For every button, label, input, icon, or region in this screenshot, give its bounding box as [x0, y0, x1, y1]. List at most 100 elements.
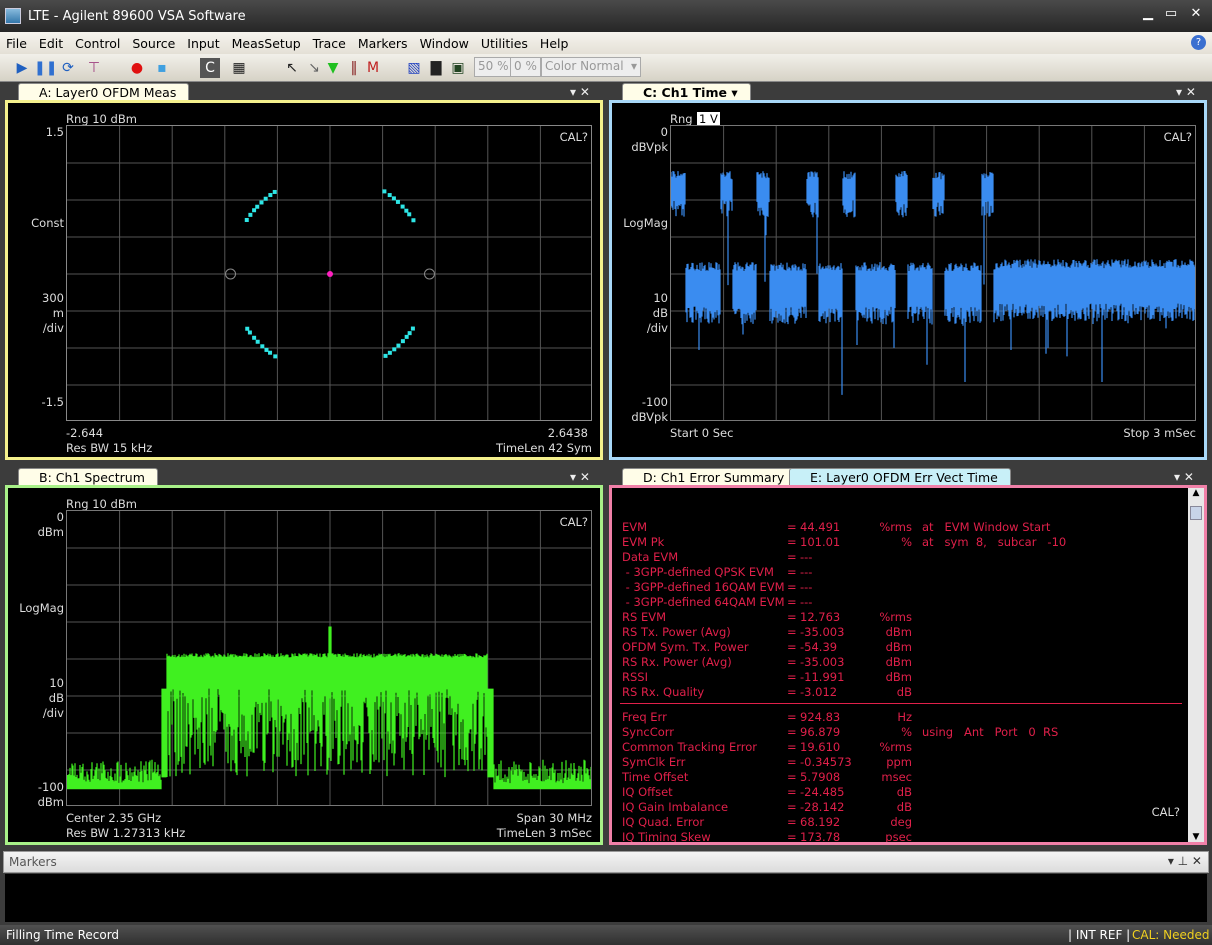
menu-source[interactable]: Source	[132, 36, 175, 51]
constellation-point	[272, 189, 277, 194]
tab-panel-b[interactable]: B: Ch1 Spectrum	[18, 468, 158, 485]
range-label: Rng 10 dBm	[66, 497, 137, 511]
constellation-point	[248, 212, 253, 217]
center-freq-label: Center 2.35 GHz	[66, 811, 162, 825]
error-summary-scrollbar[interactable]: ▲ ▼	[1188, 488, 1204, 842]
row-label: Time Offset	[622, 770, 689, 784]
menu-markers[interactable]: Markers	[358, 36, 408, 51]
plot-area[interactable]	[670, 125, 1196, 421]
markers-table	[5, 874, 1207, 922]
scroll-thumb[interactable]	[1190, 506, 1202, 520]
menu-control[interactable]: Control	[75, 36, 120, 51]
row-unit: %rms	[879, 610, 912, 624]
error-summary-row: IQ Timing Skew = 173.78 psec	[622, 830, 1182, 844]
y-scale-label: /div	[42, 321, 64, 335]
spectrogram-icon[interactable]: ▧	[404, 58, 424, 78]
zoom-pointer-icon[interactable]: ↘	[304, 58, 324, 78]
error-summary-row: SymClk Err = -0.34573 ppm	[622, 755, 1182, 770]
single-icon[interactable]: ⊤	[84, 58, 104, 78]
error-summary-row: SyncCorr = 96.879% using Ant Port 0 RS	[622, 725, 1182, 740]
plot-area[interactable]	[66, 510, 592, 806]
markers-pin-close-icon[interactable]: ▾ ⊥ ✕	[1168, 854, 1202, 868]
tab-panel-d[interactable]: D: Ch1 Error Summary	[622, 468, 798, 485]
row-equals: =	[787, 770, 797, 784]
band-marker-icon[interactable]: ‖	[344, 58, 364, 78]
range-label: Rng 10 dBm	[66, 112, 137, 126]
tab-panel-e[interactable]: E: Layer0 OFDM Err Vect Time	[789, 468, 1011, 485]
row-unit: %rms	[879, 740, 912, 754]
minimize-button[interactable]: ▁	[1138, 6, 1158, 21]
y-scale-label: dB	[48, 691, 64, 705]
row-equals: =	[787, 710, 797, 724]
pointer-icon[interactable]: ↖	[282, 58, 302, 78]
persistence-1-field[interactable]: 50 %	[474, 57, 513, 77]
color-select[interactable]: Color Normal ▾	[541, 57, 641, 77]
persistence-2-field[interactable]: 0 %	[510, 57, 541, 77]
row-label: Freq Err	[622, 710, 667, 724]
panel-d-menu-icon[interactable]: ▾ ✕	[1174, 470, 1194, 484]
error-summary-row: OFDM Sym. Tx. Power = -54.39 dBm	[622, 640, 1182, 655]
plot-area[interactable]	[66, 125, 592, 421]
error-summary-row: - 3GPP-defined QPSK EVM = ---	[622, 565, 1182, 580]
panel-c-menu-icon[interactable]: ▾ ✕	[1176, 85, 1196, 99]
status-ref: | INT REF |	[1068, 928, 1131, 942]
panel-a-menu-icon[interactable]: ▾ ✕	[570, 85, 590, 99]
constellation-point	[245, 326, 250, 331]
menu-help[interactable]: Help	[540, 36, 569, 51]
error-summary-row: IQ Gain Imbalance = -28.142 dB	[622, 800, 1182, 815]
y-top-label: 0	[56, 510, 64, 524]
row-value: -28.142	[800, 800, 845, 814]
y-scale-label: 300	[42, 291, 64, 305]
row-equals: =	[787, 685, 797, 699]
menu-edit[interactable]: Edit	[39, 36, 63, 51]
row-label: EVM	[622, 520, 648, 534]
center-point	[327, 271, 334, 277]
pause-icon[interactable]: ❚❚	[34, 58, 57, 78]
markers-header: Markers ▾ ⊥ ✕	[3, 851, 1209, 873]
row-equals: =	[787, 725, 797, 739]
menu-meassetup[interactable]: MeasSetup	[232, 36, 301, 51]
help-icon[interactable]: ?	[1191, 35, 1206, 50]
menu-trace[interactable]: Trace	[313, 36, 346, 51]
stop-label: Stop 3 mSec	[1123, 426, 1196, 440]
menu-bar: File Edit Control Source Input MeasSetup Trace…	[0, 32, 1212, 54]
row-label: IQ Timing Skew	[622, 830, 711, 844]
panel-error-summary: ▲ ▼ EVM = 44.491 %rms at EVM Window Start EVM…	[609, 485, 1207, 845]
y-top-label: 0	[660, 125, 668, 139]
scroll-down-icon[interactable]: ▼	[1188, 832, 1204, 842]
menu-window[interactable]: Window	[420, 36, 469, 51]
close-button[interactable]: ✕	[1186, 6, 1206, 21]
row-value: ---	[800, 565, 813, 579]
layout-icon[interactable]: ▦	[229, 58, 249, 78]
tab-panel-c-label: C: Ch1 Time	[643, 85, 727, 100]
error-summary-row: RS Tx. Power (Avg) = -35.003 dBm	[622, 625, 1182, 640]
panel-b-menu-icon[interactable]: ▾ ✕	[570, 470, 590, 484]
c-icon[interactable]: C	[200, 58, 220, 78]
constellation-point	[383, 353, 388, 358]
menu-file[interactable]: File	[6, 36, 27, 51]
row-equals: =	[787, 740, 797, 754]
record-icon[interactable]: ●	[127, 58, 147, 78]
row-unit: %	[901, 725, 912, 739]
peak-marker-icon[interactable]: M	[363, 58, 383, 78]
restart-icon[interactable]: ⟳	[58, 58, 78, 78]
row-unit: Hz	[897, 710, 912, 724]
tab-panel-c[interactable]: C: Ch1 Time ▾	[622, 83, 751, 100]
menu-utilities[interactable]: Utilities	[481, 36, 528, 51]
playback-icon[interactable]: ▪	[152, 58, 172, 78]
persistence-icon[interactable]: ▣	[448, 58, 468, 78]
tab-panel-a[interactable]: A: Layer0 OFDM Meas	[18, 83, 190, 100]
maximize-button[interactable]: ▭	[1161, 6, 1181, 21]
row-value: 96.879	[800, 725, 841, 739]
menu-input[interactable]: Input	[187, 36, 219, 51]
range-value[interactable]: 1 V	[697, 112, 720, 126]
marker-icon[interactable]: ▼	[323, 58, 343, 78]
row-unit: dBm	[885, 655, 912, 669]
ref-label: INT REF	[1075, 928, 1123, 942]
row-value: -0.34573	[800, 755, 852, 769]
play-icon[interactable]: ▶	[12, 58, 32, 78]
spectrum-icon[interactable]: ▇	[426, 58, 446, 78]
scroll-up-icon[interactable]: ▲	[1188, 488, 1204, 504]
chevron-down-icon: ▾	[630, 59, 637, 73]
error-summary-row: RS Rx. Quality = -3.012 dB	[622, 685, 1182, 700]
